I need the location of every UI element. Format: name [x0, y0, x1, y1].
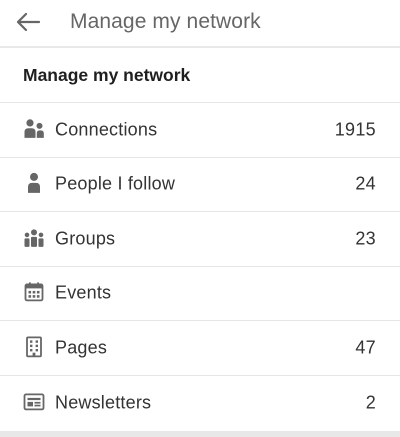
list-item-people-i-follow[interactable]: People I follow 24 [0, 158, 400, 212]
list-item-count: 47 [355, 337, 376, 358]
list-item-connections[interactable]: Connections 1915 [0, 103, 400, 158]
person-icon [23, 172, 45, 194]
arrow-left-icon [16, 12, 41, 32]
list-item-count: 23 [355, 228, 376, 249]
list-item-count: 1915 [334, 119, 376, 140]
people-icon [23, 118, 45, 140]
list-item-count: 2 [365, 392, 376, 413]
calendar-icon [23, 281, 45, 303]
list-item-label: Events [55, 282, 112, 303]
network-list: Connections 1915 People I follow 24 Grou… [0, 103, 400, 430]
page-title: Manage my network [70, 10, 261, 33]
list-item-count: 24 [355, 173, 376, 194]
bottom-divider [0, 431, 400, 437]
building-icon [23, 336, 45, 358]
list-item-label: Connections [55, 119, 158, 140]
list-item-label: People I follow [55, 173, 176, 194]
section-title: Manage my network [23, 65, 191, 85]
list-item-newsletters[interactable]: Newsletters 2 [0, 376, 400, 431]
list-item-label: Newsletters [55, 392, 152, 413]
app-header: Manage my network [0, 0, 400, 48]
list-item-groups[interactable]: Groups 23 [0, 212, 400, 267]
back-button[interactable] [12, 8, 44, 36]
list-item-events[interactable]: Events [0, 267, 400, 321]
group-icon [23, 227, 45, 249]
list-item-label: Pages [55, 337, 108, 358]
list-item-label: Groups [55, 228, 116, 249]
section-header: Manage my network [0, 48, 400, 103]
list-item-pages[interactable]: Pages 47 [0, 321, 400, 376]
newsletter-icon [23, 391, 45, 413]
